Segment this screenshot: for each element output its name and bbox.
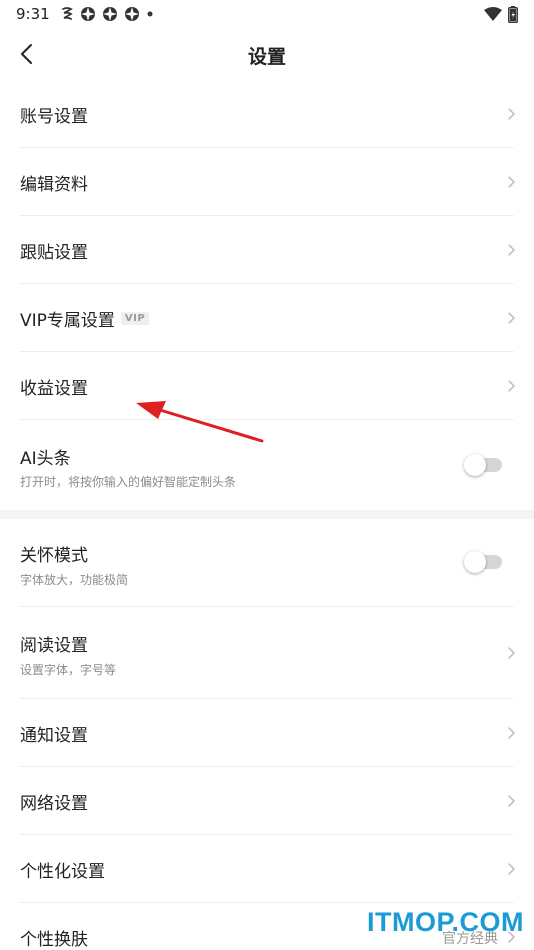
follow-post-settings-item[interactable]: 跟贴设置 — [0, 216, 534, 284]
vip-settings-label-group: VIP专属设置 VIP — [20, 306, 150, 331]
account-settings-label: 账号设置 — [20, 107, 88, 127]
account-settings-item[interactable]: 账号设置 — [0, 80, 534, 148]
app-icon-1 — [81, 7, 95, 21]
vip-badge: VIP — [120, 312, 150, 325]
edit-profile-label: 编辑资料 — [20, 175, 88, 195]
personalization-settings-label: 个性化设置 — [20, 862, 105, 882]
chevron-right-icon — [508, 863, 515, 875]
page-title: 设置 — [247, 46, 286, 68]
status-right-icons — [484, 5, 518, 23]
notification-app-icon — [62, 7, 73, 20]
ai-headline-description: 打开时，将按你输入的偏好智能定制头条 — [20, 475, 237, 489]
toggle-knob — [464, 454, 486, 476]
ai-headline-item: AI头条 打开时，将按你输入的偏好智能定制头条 — [0, 420, 534, 510]
battery-icon — [508, 5, 518, 23]
reading-settings-label: 阅读设置 — [20, 636, 88, 656]
care-mode-description: 字体放大，功能极简 — [20, 573, 129, 587]
chevron-right-icon — [508, 795, 515, 807]
app-icon-2 — [103, 7, 117, 21]
status-time: 9:31 — [16, 5, 50, 23]
care-mode-toggle[interactable] — [464, 551, 502, 573]
chevron-right-icon — [508, 312, 515, 324]
earnings-settings-label: 收益设置 — [20, 379, 88, 399]
chevron-right-icon — [508, 380, 515, 392]
dot-icon — [147, 11, 153, 17]
reading-settings-item[interactable]: 阅读设置 设置字体，字号等 — [0, 607, 534, 699]
notification-settings-label: 通知设置 — [20, 726, 88, 746]
care-mode-item: 关怀模式 字体放大，功能极简 — [0, 519, 534, 607]
app-icon-3 — [125, 7, 139, 21]
chevron-right-icon — [508, 647, 515, 659]
ai-headline-toggle[interactable] — [464, 454, 502, 476]
notification-settings-item[interactable]: 通知设置 — [0, 699, 534, 767]
chevron-right-icon — [508, 108, 515, 120]
nav-bar: 设置 — [0, 28, 534, 80]
vip-settings-label: VIP专属设置 — [20, 311, 115, 331]
toggle-knob — [464, 551, 486, 573]
follow-post-settings-label: 跟贴设置 — [20, 243, 88, 263]
ai-headline-label: AI头条 — [20, 449, 71, 469]
reading-settings-description: 设置字体，字号等 — [20, 663, 117, 677]
personalization-settings-item[interactable]: 个性化设置 — [0, 835, 534, 903]
wifi-icon — [484, 7, 502, 21]
status-bar: 9:31 — [0, 0, 534, 28]
settings-list: 账号设置 编辑资料 跟贴设置 VIP专属设置 VIP 收益设置 AI头条 打开时… — [0, 80, 534, 950]
section-divider — [0, 510, 534, 519]
skin-settings-label: 个性换肤 — [20, 930, 88, 950]
earnings-settings-item[interactable]: 收益设置 — [0, 352, 534, 420]
chevron-right-icon — [508, 727, 515, 739]
watermark-logo: ITMOP.COM — [366, 907, 524, 937]
network-settings-item[interactable]: 网络设置 — [0, 767, 534, 835]
status-left-icons — [60, 5, 154, 23]
edit-profile-item[interactable]: 编辑资料 — [0, 148, 534, 216]
vip-settings-item[interactable]: VIP专属设置 VIP — [0, 284, 534, 352]
chevron-right-icon — [508, 176, 515, 188]
care-mode-label: 关怀模式 — [20, 546, 88, 566]
network-settings-label: 网络设置 — [20, 794, 88, 814]
chevron-right-icon — [508, 244, 515, 256]
